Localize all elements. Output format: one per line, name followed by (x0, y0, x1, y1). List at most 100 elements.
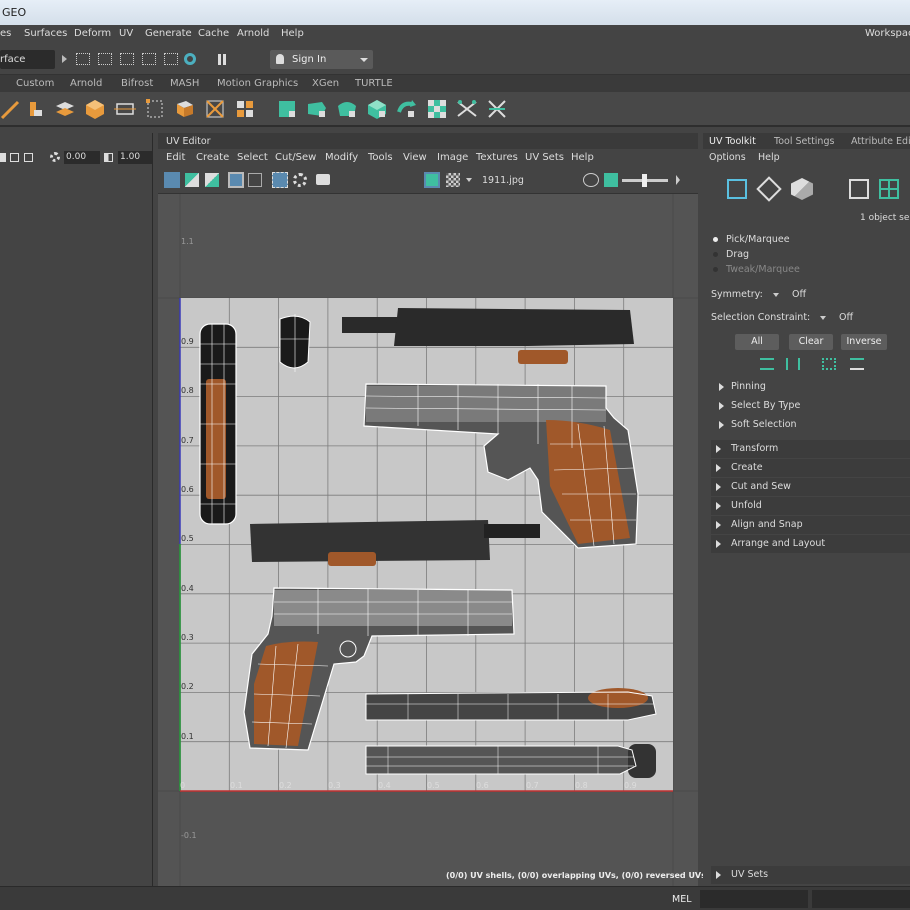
grow-selection-icon[interactable] (760, 358, 774, 370)
menu-item-help[interactable]: Help (281, 28, 304, 39)
uv-shaded-icon[interactable] (185, 173, 199, 187)
uv-menu-view[interactable]: View (403, 152, 427, 163)
display-mode-icon[interactable] (0, 153, 6, 162)
toolbar-expand-icon[interactable] (676, 175, 680, 185)
sign-in-dropdown[interactable]: Sign In (270, 50, 373, 69)
tab-tool-settings[interactable]: Tool Settings (774, 136, 834, 147)
uv-menu-tools[interactable]: Tools (368, 152, 393, 163)
bounding-box-icon[interactable] (144, 98, 166, 120)
snap-curve-icon[interactable] (98, 53, 112, 65)
select-shortest-path-icon[interactable] (850, 358, 864, 370)
section-unfold[interactable]: Unfold (711, 497, 910, 515)
uv-select-icon[interactable] (727, 179, 747, 199)
gear-icon[interactable] (50, 152, 60, 162)
uv-menu-select[interactable]: Select (237, 152, 268, 163)
texture-name[interactable]: 1911.jpg (482, 175, 524, 186)
select-all-button[interactable]: All (735, 334, 779, 350)
tk-menu-options[interactable]: Options (709, 152, 746, 163)
uv-viewport[interactable]: 0 0.1 0.2 0.3 0.4 0.5 0.6 0.7 0.8 0.9 1.… (158, 194, 706, 886)
uv-shell-grip-vertical[interactable] (199, 323, 237, 525)
menu-item-uv[interactable]: UV (119, 28, 133, 39)
uv-planar-icon[interactable] (276, 98, 298, 120)
uv-shell-barrel[interactable] (365, 744, 656, 778)
section-soft-selection[interactable]: Soft Selection (711, 416, 910, 434)
checker-pattern-icon[interactable] (446, 173, 460, 187)
uv-snapshot-icon[interactable] (316, 174, 330, 185)
section-align-and-snap[interactable]: Align and Snap (711, 516, 910, 534)
menu-item[interactable]: es (0, 28, 11, 39)
invert-selection-button[interactable]: Inverse (841, 334, 887, 350)
menu-item-arnold[interactable]: Arnold (237, 28, 269, 39)
brush-tool-icon[interactable] (0, 98, 22, 120)
uv-cut-icon[interactable] (456, 98, 478, 120)
edge-select-icon[interactable] (756, 176, 782, 202)
value-field-a[interactable]: 0.00 (64, 151, 100, 164)
value-field-b[interactable]: 1.00 (118, 151, 152, 164)
tool-tweak-marquee[interactable]: Tweak/Marquee (726, 264, 800, 275)
constraint-dropdown-arrow[interactable] (820, 316, 826, 320)
uv-checker-icon[interactable] (426, 98, 448, 120)
tab-uv-toolkit[interactable]: UV Toolkit (709, 136, 756, 147)
uv-cylindrical-icon[interactable] (306, 98, 328, 120)
uv-editor-title[interactable]: UV Editor (166, 136, 211, 147)
uv-menu-textures[interactable]: Textures (476, 152, 518, 163)
section-select-by-type[interactable]: Select By Type (711, 397, 910, 415)
uv-pixel-snap-icon[interactable] (293, 173, 307, 187)
symmetry-dropdown-arrow[interactable] (773, 293, 779, 297)
uv-sew-icon[interactable] (486, 98, 508, 120)
snap-grid-icon[interactable] (76, 53, 90, 65)
tool-drag[interactable]: Drag (726, 249, 749, 260)
menu-item-generate[interactable]: Generate (145, 28, 192, 39)
uv-grid-select-icon[interactable] (879, 179, 899, 199)
uv-distortion-icon[interactable] (205, 173, 219, 187)
frame-tool-icon[interactable] (114, 98, 136, 120)
radio-drag[interactable] (713, 252, 718, 257)
tool-pick-marquee[interactable]: Pick/Marquee (726, 234, 790, 245)
exposure-icon[interactable] (104, 153, 113, 162)
snap-view-icon[interactable] (142, 53, 156, 65)
section-arrange-and-layout[interactable]: Arrange and Layout (711, 535, 910, 553)
shelf-tab-arnold[interactable]: Arnold (70, 78, 102, 89)
rgb-channel-icon[interactable] (583, 173, 599, 187)
uv-menu-image[interactable]: Image (437, 152, 468, 163)
tab-attribute-editor[interactable]: Attribute Edit (851, 136, 910, 147)
grid-quad-icon[interactable] (234, 98, 256, 120)
layer-stack-icon[interactable] (54, 98, 76, 120)
pause-icon[interactable] (218, 54, 226, 65)
exposure-toggle-icon[interactable] (604, 173, 618, 187)
shell-select-icon[interactable] (791, 178, 813, 200)
section-cut-and-sew[interactable]: Cut and Sew (711, 478, 910, 496)
menu-item-deform[interactable]: Deform (74, 28, 111, 39)
uv-shell-hammer[interactable] (279, 314, 311, 372)
shelf-tab-motion-graphics[interactable]: Motion Graphics (217, 78, 298, 89)
section-pinning[interactable]: Pinning (711, 378, 910, 396)
command-input[interactable] (700, 890, 808, 908)
radio-tweak-marquee[interactable] (713, 267, 718, 272)
exposure-slider-handle[interactable] (642, 174, 647, 187)
select-border-icon[interactable] (822, 358, 836, 370)
section-create[interactable]: Create (711, 459, 910, 477)
wireframe-icon[interactable] (24, 153, 33, 162)
shelf-tab-xgen[interactable]: XGen (312, 78, 339, 89)
uv-grid-toggle-icon[interactable] (164, 172, 180, 188)
shelf-tab-custom[interactable]: Custom (16, 78, 54, 89)
uv-menu-uv-sets[interactable]: UV Sets (525, 152, 564, 163)
shrink-selection-icon[interactable] (786, 358, 800, 370)
split-cube-icon[interactable] (174, 98, 196, 120)
workspace-label[interactable]: Workspac (865, 28, 910, 39)
radio-pick-marquee[interactable] (713, 237, 718, 242)
cross-box-icon[interactable] (204, 98, 226, 120)
menu-item-cache[interactable]: Cache (198, 28, 229, 39)
image-display-icon[interactable] (424, 172, 440, 188)
snap-live-icon[interactable] (184, 53, 196, 65)
uv-grid-snap-icon[interactable] (272, 172, 288, 188)
pivot-tool-icon[interactable] (24, 98, 46, 120)
selection-constraint-value[interactable]: Off (839, 312, 853, 323)
uv-checker-toggle-icon[interactable] (248, 173, 262, 187)
uv-spherical-icon[interactable] (336, 98, 358, 120)
snap-surface-icon[interactable] (164, 53, 178, 65)
section-transform[interactable]: Transform (711, 440, 910, 458)
shelf-tab-bifrost[interactable]: Bifrost (121, 78, 153, 89)
cube-orange-icon[interactable] (84, 98, 106, 120)
uv-auto-icon[interactable] (366, 98, 388, 120)
